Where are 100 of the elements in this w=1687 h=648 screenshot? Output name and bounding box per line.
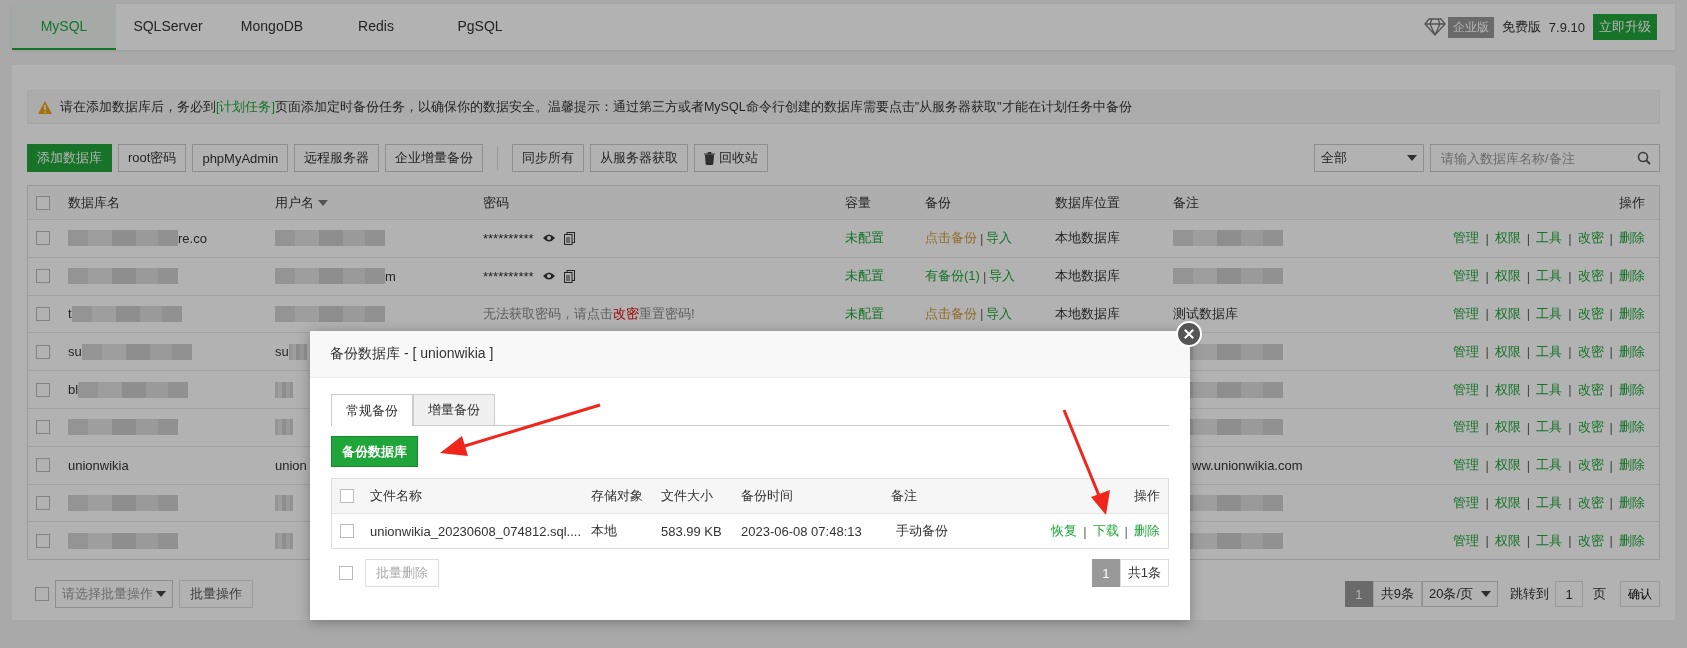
search-box[interactable]: 请输入数据库名称/备注 xyxy=(1430,144,1660,172)
row-action-link[interactable]: 管理 xyxy=(1453,456,1480,475)
row-action-link[interactable]: 删除 xyxy=(1619,229,1645,248)
row-action-link[interactable]: 删除 xyxy=(1619,418,1645,437)
row-action-link[interactable]: 删除 xyxy=(1619,456,1645,475)
row-action-link[interactable]: 删除 xyxy=(1619,531,1645,550)
batch-select[interactable]: 请选择批量操作 xyxy=(55,580,173,609)
row-action-link[interactable]: 权限 xyxy=(1494,229,1521,248)
row-action-link[interactable]: 工具 xyxy=(1536,531,1563,550)
upgrade-button[interactable]: 立即升级 xyxy=(1593,14,1657,40)
row-action-link[interactable]: 管理 xyxy=(1453,267,1480,286)
row-action-link[interactable]: 管理 xyxy=(1453,493,1480,512)
row-action-link[interactable]: 权限 xyxy=(1494,531,1521,550)
row-action-link[interactable]: 改密 xyxy=(1577,229,1604,248)
checkbox[interactable] xyxy=(340,524,354,538)
checkbox[interactable] xyxy=(36,420,50,435)
row-action-link[interactable]: 删除 xyxy=(1619,493,1645,512)
batch-button[interactable]: 批量操作 xyxy=(179,580,253,609)
row-action-link[interactable]: 工具 xyxy=(1536,380,1563,399)
checkbox[interactable] xyxy=(36,307,50,321)
database-tab[interactable]: PgSQL xyxy=(428,4,532,50)
recycle-bin-button[interactable]: 回收站 xyxy=(694,144,769,172)
row-action-link[interactable]: 权限 xyxy=(1494,493,1521,512)
scheduled-tasks-link[interactable]: [计划任务] xyxy=(216,99,275,114)
row-action-link[interactable]: 权限 xyxy=(1494,305,1521,323)
confirm-button[interactable]: 确认 xyxy=(1620,581,1660,608)
row-action-link[interactable]: 权限 xyxy=(1494,418,1521,437)
add-database-button[interactable]: 添加数据库 xyxy=(27,144,112,172)
row-action-link[interactable]: 工具 xyxy=(1536,418,1563,437)
row-action-link[interactable]: 管理 xyxy=(1453,380,1480,399)
row-action-link[interactable]: 权限 xyxy=(1494,456,1521,475)
page-number[interactable]: 1 xyxy=(1091,559,1120,587)
backup-action-link[interactable]: 恢复 xyxy=(1051,522,1078,540)
database-tab[interactable]: MongoDB xyxy=(220,4,324,50)
toolbar-button[interactable]: phpMyAdmin xyxy=(192,144,289,172)
row-action-link[interactable]: 改密 xyxy=(1577,456,1604,475)
database-tab[interactable]: MySQL xyxy=(12,4,116,50)
checkbox[interactable] xyxy=(35,587,49,602)
checkbox[interactable] xyxy=(36,458,50,473)
backup-tab[interactable]: 增量备份 xyxy=(413,394,495,425)
row-action-link[interactable]: 删除 xyxy=(1619,267,1645,286)
row-action-link[interactable]: 删除 xyxy=(1619,305,1645,323)
backup-tab[interactable]: 常规备份 xyxy=(331,394,413,426)
jump-field[interactable]: 1 xyxy=(1555,581,1583,608)
row-action-link[interactable]: 权限 xyxy=(1494,342,1521,361)
checkbox[interactable] xyxy=(36,231,50,246)
row-action-link[interactable]: 工具 xyxy=(1536,229,1563,248)
row-action-link[interactable]: 权限 xyxy=(1494,267,1521,286)
row-action-link[interactable]: 管理 xyxy=(1453,229,1480,248)
page-size-select[interactable]: 20条/页 xyxy=(1422,581,1498,608)
checkbox[interactable] xyxy=(36,382,50,397)
checkbox[interactable] xyxy=(339,566,353,580)
row-action-link[interactable]: 管理 xyxy=(1453,418,1480,437)
import-link[interactable]: 导入 xyxy=(989,267,1016,286)
checkbox[interactable] xyxy=(36,195,50,210)
row-action-link[interactable]: 权限 xyxy=(1494,380,1521,399)
checkbox[interactable] xyxy=(340,489,354,503)
toolbar-button[interactable]: 同步所有 xyxy=(512,144,585,172)
import-link[interactable]: 导入 xyxy=(986,229,1013,248)
eye-icon[interactable] xyxy=(541,233,556,244)
row-action-link[interactable]: 工具 xyxy=(1536,493,1563,512)
row-action-link[interactable]: 删除 xyxy=(1619,342,1645,361)
eye-icon[interactable] xyxy=(541,271,556,282)
copy-icon[interactable] xyxy=(563,269,575,283)
import-link[interactable]: 导入 xyxy=(986,305,1013,323)
toolbar-button[interactable]: 企业增量备份 xyxy=(385,144,484,172)
row-action-link[interactable]: 改密 xyxy=(1577,305,1604,323)
toolbar-button[interactable]: 远程服务器 xyxy=(294,144,380,172)
backup-database-button[interactable]: 备份数据库 xyxy=(331,436,418,467)
row-action-link[interactable]: 改密 xyxy=(1577,493,1604,512)
backup-link[interactable]: 点击备份 xyxy=(925,229,977,248)
backup-action-link[interactable]: 下载 xyxy=(1092,522,1119,540)
backup-action-link[interactable]: 删除 xyxy=(1134,522,1160,540)
row-action-link[interactable]: 管理 xyxy=(1453,342,1480,361)
row-action-link[interactable]: 工具 xyxy=(1536,305,1563,323)
row-action-link[interactable]: 管理 xyxy=(1453,531,1480,550)
database-tab[interactable]: Redis xyxy=(324,4,428,50)
checkbox[interactable] xyxy=(36,533,50,548)
sort-icon[interactable] xyxy=(318,199,328,206)
row-action-link[interactable]: 工具 xyxy=(1536,342,1563,361)
backup-link[interactable]: 点击备份 xyxy=(925,305,977,323)
checkbox[interactable] xyxy=(36,495,50,510)
row-action-link[interactable]: 改密 xyxy=(1577,531,1604,550)
row-action-link[interactable]: 删除 xyxy=(1619,380,1645,399)
row-action-link[interactable]: 管理 xyxy=(1453,305,1480,323)
page-number[interactable]: 1 xyxy=(1344,581,1373,608)
row-action-link[interactable]: 工具 xyxy=(1536,456,1563,475)
row-action-link[interactable]: 工具 xyxy=(1536,267,1563,286)
row-action-link[interactable]: 改密 xyxy=(1577,380,1604,399)
checkbox[interactable] xyxy=(36,344,50,359)
toolbar-button[interactable]: 从服务器获取 xyxy=(590,144,689,172)
row-action-link[interactable]: 改密 xyxy=(1577,267,1604,286)
checkbox[interactable] xyxy=(36,269,50,284)
row-action-link[interactable]: 改密 xyxy=(1577,342,1604,361)
reset-password-link[interactable]: 改密 xyxy=(613,306,639,321)
toolbar-button[interactable]: root密码 xyxy=(118,144,187,172)
row-action-link[interactable]: 改密 xyxy=(1577,418,1604,437)
filter-select[interactable]: 全部 xyxy=(1314,144,1424,172)
copy-icon[interactable] xyxy=(563,231,575,245)
database-tab[interactable]: SQLServer xyxy=(116,4,220,50)
